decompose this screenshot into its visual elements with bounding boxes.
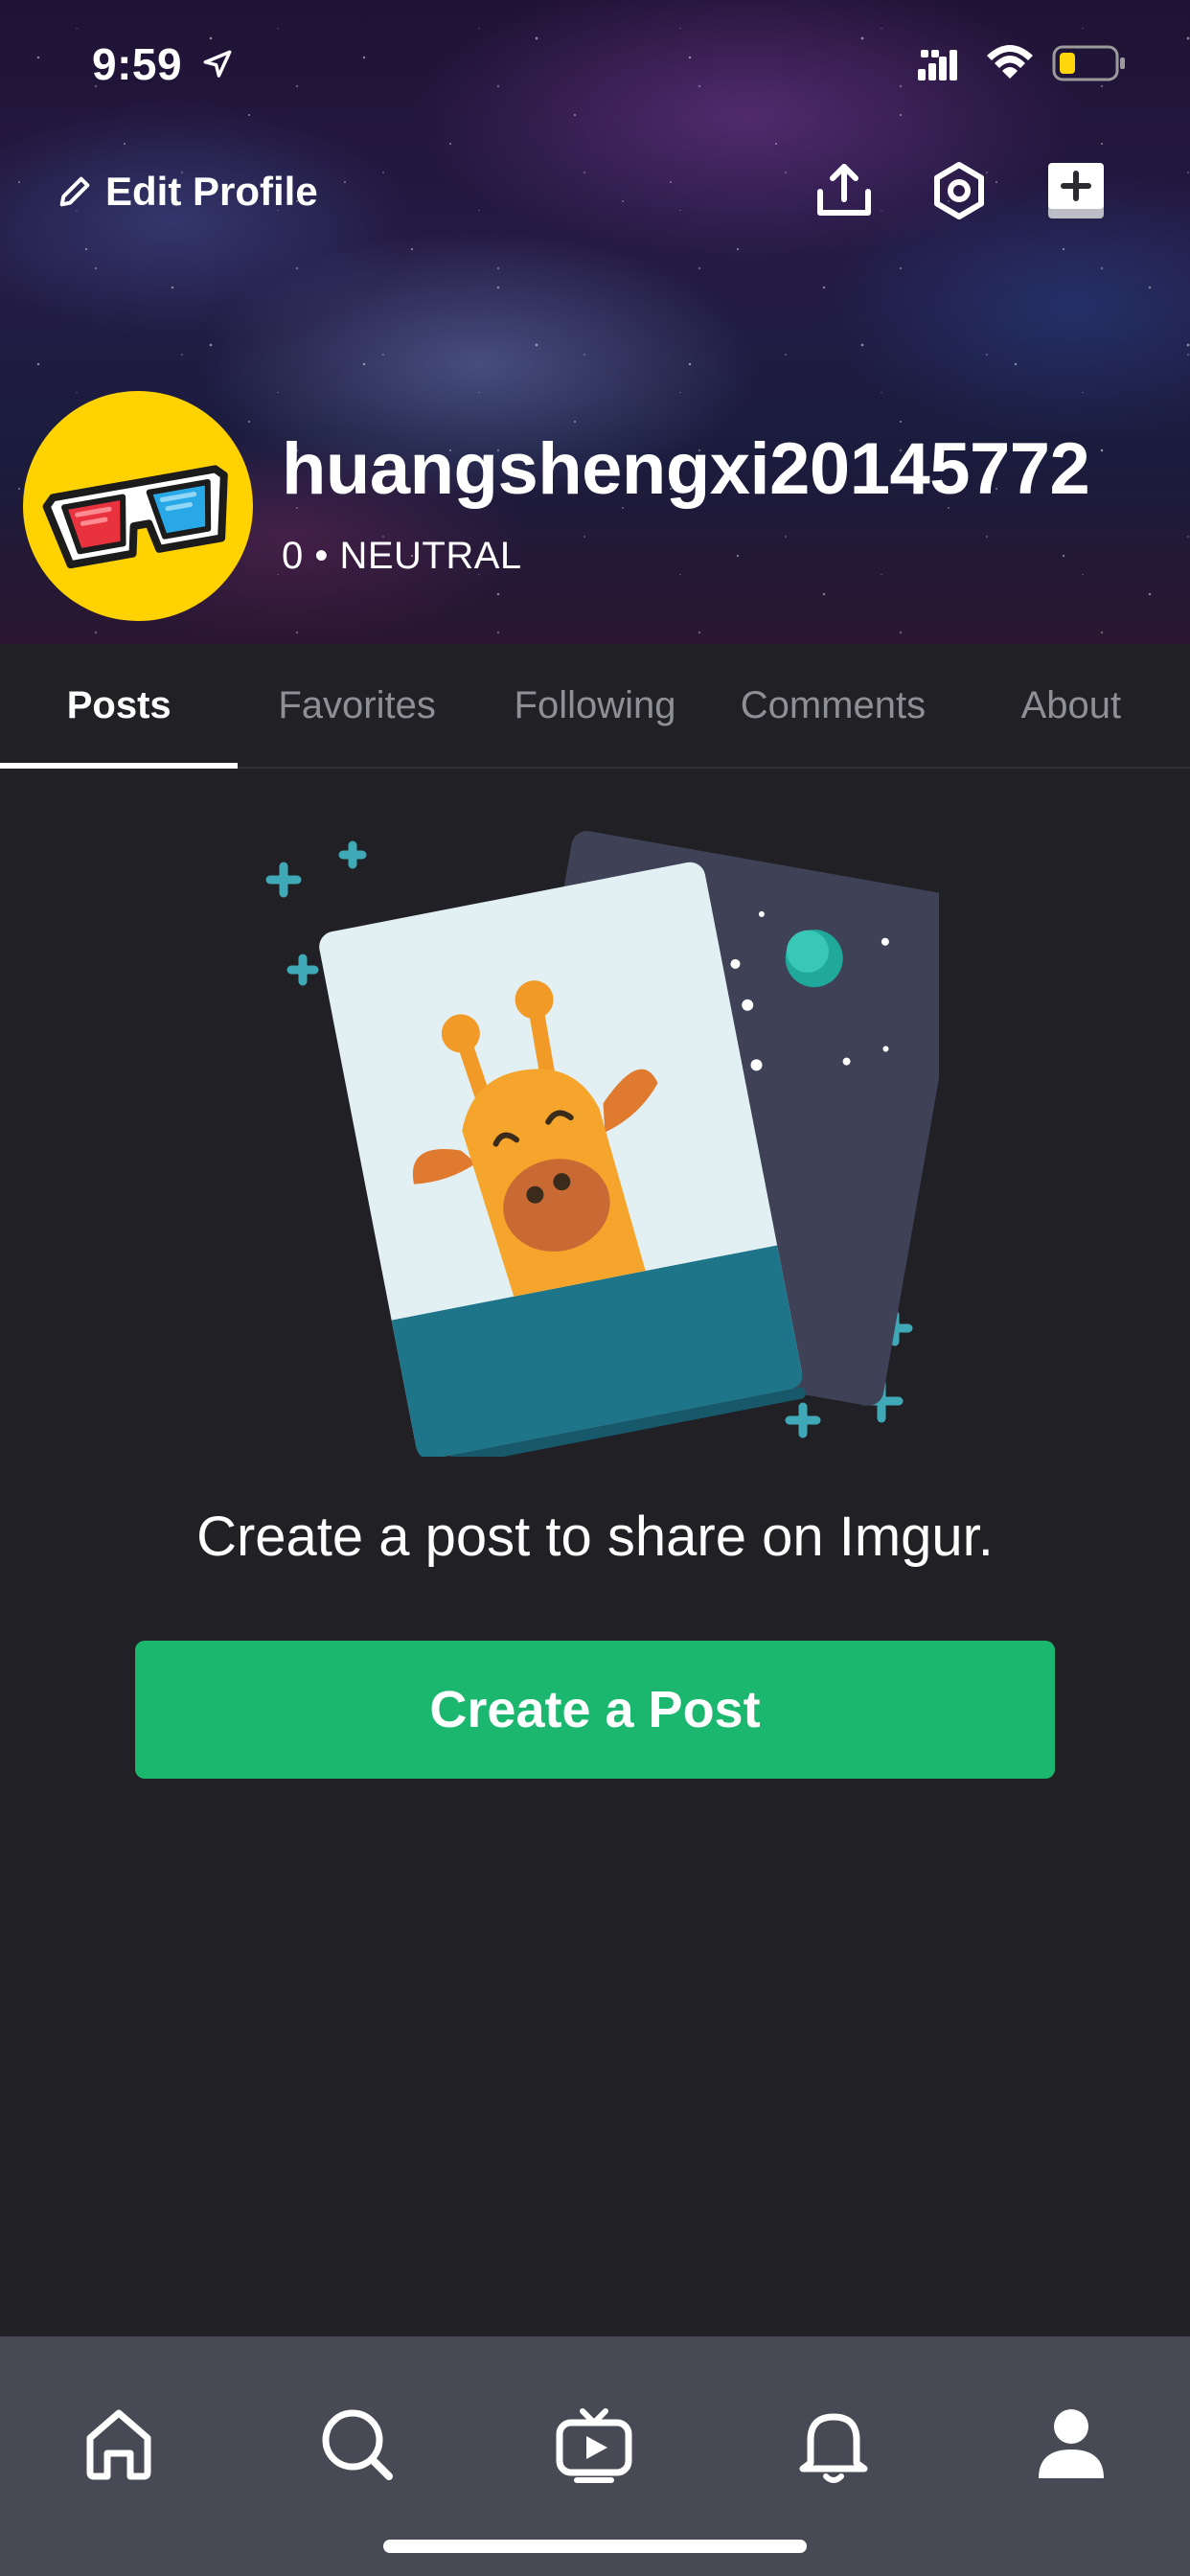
giraffe-illustration xyxy=(265,831,939,1457)
settings-icon[interactable] xyxy=(926,157,993,224)
status-time: 9:59 xyxy=(92,39,183,89)
new-post-icon[interactable] xyxy=(1042,157,1110,224)
wifi-icon xyxy=(987,45,1033,79)
tab-posts[interactable]: Posts xyxy=(0,644,239,769)
tab-favorites[interactable]: Favorites xyxy=(238,644,475,767)
location-arrow-icon xyxy=(203,50,232,78)
upload-icon[interactable] xyxy=(811,157,878,224)
profile-header: 9:59 Edit Profile huangshengxi20145772 0… xyxy=(0,0,1190,644)
cellular-signal-icon xyxy=(918,50,957,80)
tab-comments[interactable]: Comments xyxy=(714,644,951,767)
home-icon[interactable] xyxy=(79,2404,159,2484)
3d-glasses-icon xyxy=(42,465,228,569)
search-icon[interactable] xyxy=(316,2404,397,2484)
avatar[interactable] xyxy=(23,391,253,621)
tab-following[interactable]: Following xyxy=(476,644,714,767)
edit-profile-label: Edit Profile xyxy=(105,169,318,214)
home-indicator xyxy=(383,2540,807,2553)
video-icon[interactable] xyxy=(554,2404,634,2484)
profile-icon[interactable] xyxy=(1031,2404,1111,2484)
create-post-button[interactable]: Create a Post xyxy=(135,1641,1055,1779)
bell-icon[interactable] xyxy=(793,2404,874,2484)
reputation-label: 0 • NEUTRAL xyxy=(282,535,522,577)
tab-about[interactable]: About xyxy=(952,644,1190,767)
pencil-icon xyxy=(59,176,90,207)
empty-state-message: Create a post to share on Imgur. xyxy=(196,1506,994,1568)
battery-level xyxy=(1060,53,1075,74)
status-bar: 9:59 xyxy=(0,0,1190,126)
battery-icon xyxy=(1052,45,1125,81)
username: huangshengxi20145772 xyxy=(282,428,1090,510)
profile-tabs: Posts Favorites Following Comments About xyxy=(0,644,1190,769)
edit-profile-button[interactable]: Edit Profile xyxy=(56,163,318,220)
